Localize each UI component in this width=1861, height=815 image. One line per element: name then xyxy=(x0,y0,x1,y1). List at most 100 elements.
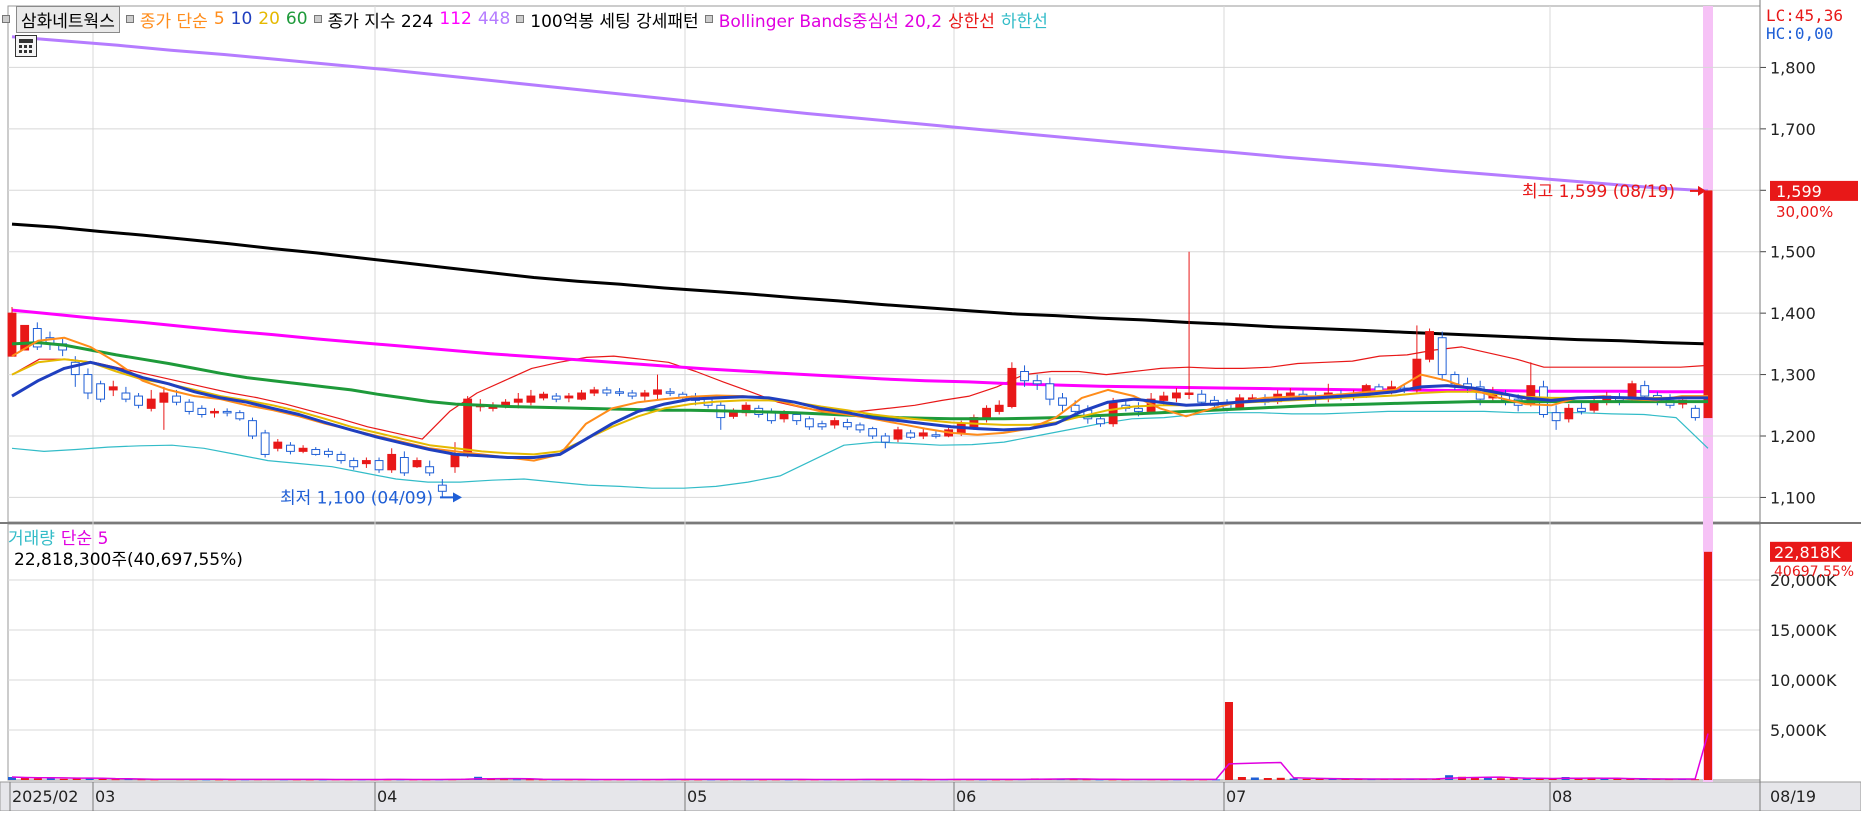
candle-body xyxy=(1184,392,1194,395)
last-volume-tag-label: 22,818K xyxy=(1774,543,1841,562)
last-volume-pct-label: 40697,55% xyxy=(1774,564,1854,580)
index-label[interactable]: 종가 지수 224 xyxy=(328,7,434,32)
x-axis-bar xyxy=(0,781,1861,812)
candle-body xyxy=(425,466,435,474)
candle-body xyxy=(627,392,637,397)
candle-body xyxy=(1690,407,1700,419)
ma-period-10[interactable]: 10 xyxy=(231,9,253,29)
ma-period-60[interactable]: 60 xyxy=(286,9,308,29)
candle-body xyxy=(210,410,219,414)
candle-body xyxy=(361,460,371,465)
candle-body xyxy=(804,418,814,428)
candle-body xyxy=(918,432,928,437)
x-last-date-label: 08/19 xyxy=(1770,787,1816,806)
candle-body xyxy=(994,404,1004,412)
last-price-tag-label: 1,599 xyxy=(1776,182,1822,201)
candle-body xyxy=(463,398,473,455)
candle-body xyxy=(1007,367,1017,408)
volume-tick-label: 5,000K xyxy=(1770,721,1827,740)
price-tick-label: 1,400 xyxy=(1770,304,1816,323)
volume-bar xyxy=(59,778,68,780)
legend-square-icon xyxy=(2,15,10,23)
x-tick-label: 03 xyxy=(95,787,115,806)
volume-bar xyxy=(1250,777,1259,780)
calculator-icon[interactable] xyxy=(15,35,37,57)
candle-body xyxy=(1020,371,1029,382)
candle-body xyxy=(248,420,257,437)
x-tick-label: 07 xyxy=(1226,787,1246,806)
volume-bar xyxy=(512,779,521,781)
candle-body xyxy=(399,457,409,474)
hc-label: HC:0,00 xyxy=(1766,24,1834,43)
x-tick-label: 06 xyxy=(956,787,976,806)
candle-body xyxy=(298,447,308,452)
x-tick-label: 2025/02 xyxy=(12,787,78,806)
volume-current-value: 22,818,300주(40,697,55%) xyxy=(14,550,243,570)
pattern-label[interactable]: 100억봉 세팅 강세패턴 xyxy=(530,7,698,32)
candle-body xyxy=(374,460,384,471)
bollinger-upper-label[interactable]: 상한선 xyxy=(948,7,995,32)
volume-bar xyxy=(1302,778,1311,780)
price-tick-label: 1,700 xyxy=(1770,120,1816,139)
candle-body xyxy=(665,391,675,394)
candle-body xyxy=(260,432,270,455)
candle-body xyxy=(1171,392,1181,399)
price-tick-label: 1,300 xyxy=(1770,366,1816,385)
candle-body xyxy=(1589,401,1599,411)
candle-body xyxy=(1032,380,1042,385)
candle-body xyxy=(323,450,333,455)
legend-square-icon xyxy=(516,15,525,23)
high-annotation: 최고 1,599 (08/19) xyxy=(1522,182,1675,202)
candle-body xyxy=(817,423,827,428)
candle-body xyxy=(906,432,916,438)
volume-tick-label: 10,000K xyxy=(1770,671,1837,690)
candle-body xyxy=(83,374,93,394)
stock-name-button[interactable]: 삼화네트웍스 xyxy=(16,5,120,33)
volume-bar xyxy=(1289,778,1298,780)
candle-body xyxy=(184,401,194,412)
candle-body xyxy=(653,389,662,395)
legend-square-icon xyxy=(313,15,322,23)
candle-body xyxy=(1134,407,1143,412)
last-change-label: 30,00% xyxy=(1776,203,1833,221)
candle-body xyxy=(7,312,17,357)
candle-body xyxy=(387,453,397,471)
ma-label[interactable]: 종가 단순 xyxy=(140,7,208,32)
index-period-112[interactable]: 112 xyxy=(439,9,471,29)
candle-body xyxy=(1197,393,1207,403)
candle-body xyxy=(1425,331,1434,360)
candle-body xyxy=(450,453,460,468)
candle-body xyxy=(1640,385,1650,397)
candle-body xyxy=(197,407,207,416)
index-period-448[interactable]: 448 xyxy=(478,9,510,29)
low-annotation: 최저 1,100 (04/09) xyxy=(280,488,433,508)
ma-period-5[interactable]: 5 xyxy=(214,9,225,29)
candle-body xyxy=(159,392,169,403)
candle-body xyxy=(551,395,561,400)
bollinger-lower-label[interactable]: 하한선 xyxy=(1001,7,1048,32)
volume-bar xyxy=(1496,778,1505,780)
x-tick-label: 05 xyxy=(687,787,707,806)
candle-body xyxy=(349,460,359,468)
volume-bar xyxy=(1276,777,1285,780)
price-legend: 삼화네트웍스 종가 단순 5 10 20 60 종가 지수 224 112 44… xyxy=(2,4,1048,34)
candle-body xyxy=(589,389,599,394)
ma-period-20[interactable]: 20 xyxy=(258,9,280,29)
price-tick-label: 1,800 xyxy=(1770,58,1816,77)
candle-body xyxy=(1703,190,1713,419)
candle-body xyxy=(1159,395,1169,401)
price-tick-label: 1,200 xyxy=(1770,427,1816,446)
candle-body xyxy=(121,392,131,400)
candle-body xyxy=(564,395,574,399)
bollinger-label[interactable]: Bollinger Bands중심선 20,2 xyxy=(719,7,942,32)
candle-body xyxy=(1285,392,1295,396)
candle-body xyxy=(982,407,991,420)
legend-square-icon xyxy=(704,15,713,23)
candle-body xyxy=(134,395,143,406)
candle-body xyxy=(615,391,624,394)
volume-bar xyxy=(1263,778,1272,780)
candle-body xyxy=(792,414,802,422)
candle-body xyxy=(222,410,232,414)
candle-body xyxy=(1108,401,1118,425)
candle-body xyxy=(1551,412,1561,422)
